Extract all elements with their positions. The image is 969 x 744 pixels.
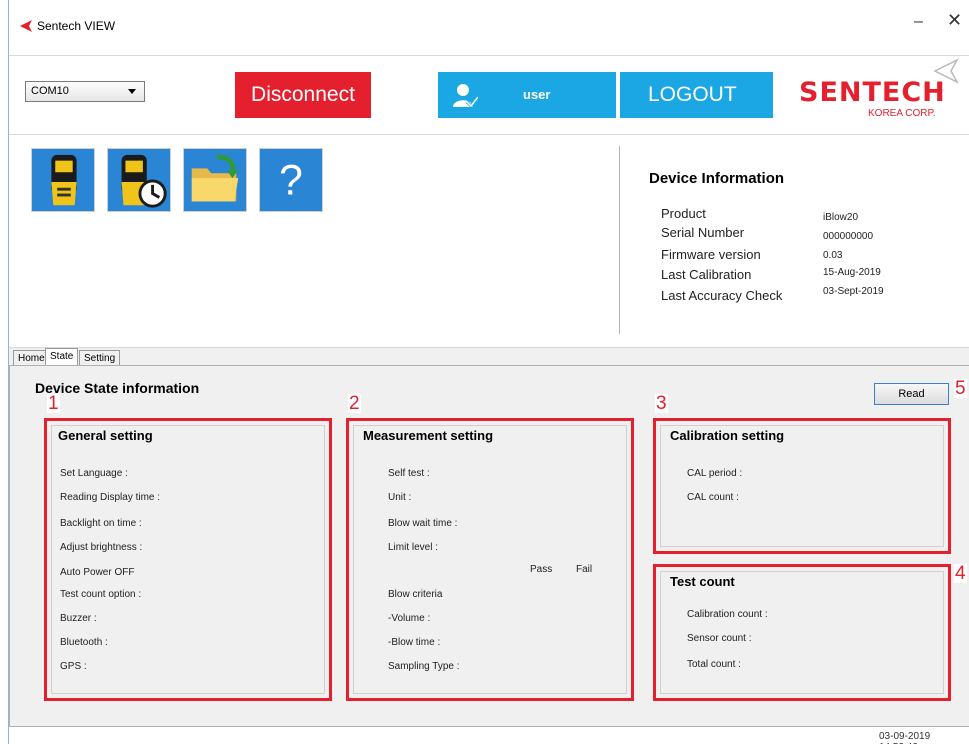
last-calibration-label: Last Calibration: [661, 267, 752, 282]
cal-period-label: CAL period :: [687, 468, 743, 479]
last-accuracy-check-value: 03-Sept-2019: [823, 286, 884, 297]
title-bar: Sentech VIEW – ✕: [9, 0, 969, 56]
folder-icon: [184, 149, 246, 211]
reading-display-time-label: Reading Display time :: [60, 492, 161, 503]
limit-level-label: Limit level :: [388, 542, 439, 553]
tab-state[interactable]: State: [45, 348, 79, 366]
group-frame: [51, 425, 325, 694]
app-window: Sentech VIEW – ✕ COM10 Disconnect user L…: [8, 0, 969, 744]
serial-number-value: 000000000: [823, 231, 874, 242]
brand-name: SENTECH: [799, 77, 946, 108]
vertical-divider: [619, 146, 620, 334]
bluetooth-label: Bluetooth :: [60, 637, 108, 648]
serial-number-label: Serial Number: [661, 225, 745, 240]
unit-label: Unit :: [388, 492, 412, 503]
tab-strip: Home State Setting: [9, 347, 969, 366]
brand-subtitle: KOREA CORP.: [868, 108, 936, 119]
minimize-button[interactable]: –: [914, 13, 923, 31]
callout-number-2: 2: [348, 393, 361, 414]
user-name: user: [523, 87, 551, 102]
auto-power-off-label: Auto Power OFF: [60, 567, 135, 578]
sensor-count-label: Sensor count :: [687, 633, 752, 644]
close-button[interactable]: ✕: [947, 10, 962, 31]
sampling-type-label: Sampling Type :: [388, 661, 460, 672]
callout-number-4: 4: [954, 563, 967, 584]
device-icon: [32, 149, 94, 211]
blow-time-label: -Blow time :: [388, 637, 441, 648]
callout-number-5: 5: [954, 378, 967, 399]
fail-label: Fail: [576, 564, 593, 575]
blow-criteria-label: Blow criteria: [388, 589, 443, 600]
toolbar: ?: [9, 136, 619, 346]
device-information: Device Information Product iBlow20 Seria…: [649, 170, 969, 330]
last-calibration-value: 15-Aug-2019: [823, 267, 881, 278]
buzzer-label: Buzzer :: [60, 613, 97, 624]
device-info-title: Device Information: [649, 170, 785, 187]
group-frame: [660, 425, 944, 547]
cal-count-label: CAL count :: [687, 492, 739, 503]
panel-title: Device State information: [35, 380, 200, 396]
measurement-setting-title: Measurement setting: [363, 428, 494, 443]
test-count-group: Test count Calibration count : Sensor co…: [653, 564, 951, 701]
test-count-title: Test count: [670, 574, 735, 589]
product-label: Product: [661, 206, 706, 221]
open-folder-button[interactable]: [183, 148, 247, 212]
chevron-down-icon: [128, 89, 136, 94]
timestamp: 03-09-2019 14:52:42: [879, 731, 931, 744]
pass-label: Pass: [530, 564, 553, 575]
self-test-label: Self test :: [388, 468, 430, 479]
backlight-on-time-label: Backlight on time :: [60, 518, 142, 529]
volume-label: -Volume :: [388, 613, 431, 624]
user-box: user: [438, 72, 616, 118]
calibration-setting-title: Calibration setting: [670, 428, 785, 443]
blow-wait-time-label: Blow wait time :: [388, 518, 458, 529]
help-button[interactable]: ?: [259, 148, 323, 212]
last-accuracy-check-label: Last Accuracy Check: [661, 288, 783, 303]
header-bar: COM10 Disconnect user LOGOUT SENTECH KOR…: [9, 57, 969, 135]
state-panel: Device State information Read 5 1 Genera…: [9, 365, 969, 727]
firmware-version-value: 0.03: [823, 250, 843, 261]
window-title: Sentech VIEW: [37, 19, 116, 33]
tab-setting[interactable]: Setting: [79, 350, 121, 366]
callout-number-3: 3: [655, 393, 668, 414]
measurement-setting-group: Measurement setting Self test : Unit : B…: [346, 418, 634, 701]
logout-button[interactable]: LOGOUT: [620, 72, 773, 118]
disconnect-button[interactable]: Disconnect: [235, 72, 371, 118]
user-icon: [453, 84, 478, 108]
svg-text:?: ?: [279, 157, 303, 205]
general-setting-title: General setting: [58, 428, 153, 443]
com-port-value: COM10: [31, 85, 69, 97]
total-count-label: Total count :: [687, 659, 741, 670]
com-port-select[interactable]: COM10: [25, 81, 145, 102]
callout-number-1: 1: [47, 393, 60, 414]
product-value: iBlow20: [823, 212, 859, 223]
gps-label: GPS :: [60, 661, 87, 672]
read-button[interactable]: Read: [874, 383, 949, 405]
app-logo-icon: [20, 20, 32, 32]
device-history-button[interactable]: [107, 148, 171, 212]
brand-logo: SENTECH KOREA CORP.: [799, 77, 959, 127]
adjust-brightness-label: Adjust brightness :: [60, 542, 143, 553]
status-bar: 03-09-2019 14:52:42: [9, 728, 969, 744]
help-icon: ?: [260, 149, 322, 211]
group-frame: [353, 425, 627, 694]
device-clock-icon: [108, 149, 170, 211]
brand-mark-icon: [933, 58, 959, 84]
test-count-option-label: Test count option :: [60, 589, 142, 600]
device-button[interactable]: [31, 148, 95, 212]
calibration-setting-group: Calibration setting CAL period : CAL cou…: [653, 418, 951, 554]
set-language-label: Set Language :: [60, 468, 128, 479]
general-setting-group: General setting Set Language : Reading D…: [44, 418, 332, 701]
firmware-version-label: Firmware version: [661, 247, 761, 262]
calibration-count-label: Calibration count :: [687, 609, 768, 620]
